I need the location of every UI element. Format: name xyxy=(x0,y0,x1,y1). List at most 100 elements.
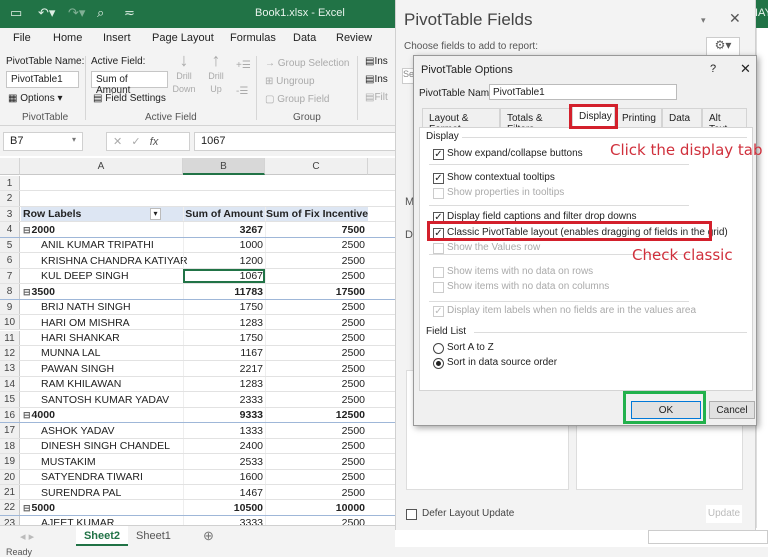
incentive-cell[interactable]: 2500 xyxy=(265,392,368,407)
incentive-cell[interactable]: 2500 xyxy=(265,438,368,454)
incentive-cell[interactable]: 7500 xyxy=(265,222,368,237)
option-checkbox-5[interactable] xyxy=(433,243,444,254)
amount-cell[interactable]: 1750 xyxy=(183,299,265,315)
option-checkbox-1[interactable]: ✓ xyxy=(433,173,444,184)
group-selection-button[interactable]: → Group Selection xyxy=(265,58,350,69)
amount-cell[interactable]: 10500 xyxy=(183,500,265,515)
row-label-cell[interactable]: ⊟3500 xyxy=(21,284,183,298)
row-label-cell[interactable]: SURENDRA PAL xyxy=(21,485,183,499)
row-number[interactable]: 1 xyxy=(0,176,20,191)
row-label-cell[interactable]: SATYENDRA TIWARI xyxy=(21,470,183,484)
column-header-b[interactable]: B xyxy=(183,158,265,175)
cancel-button[interactable]: Cancel xyxy=(709,401,755,419)
tab-layout-format[interactable]: Layout & Format xyxy=(422,108,500,135)
row-label-cell[interactable]: AJEET KUMAR xyxy=(21,516,183,525)
enter-icon[interactable]: ✓ xyxy=(131,136,140,148)
drill-up-button[interactable]: ↑ Drill Up xyxy=(204,51,228,96)
option-checkbox-8[interactable]: ✓ xyxy=(433,306,444,317)
settings-gear-icon[interactable]: ⚙▾ xyxy=(706,37,740,57)
column-header-a[interactable]: A xyxy=(20,158,183,175)
incentive-cell[interactable]: 2500 xyxy=(265,469,368,484)
column-header-c[interactable]: C xyxy=(265,158,368,175)
row-number[interactable]: 16 xyxy=(0,407,20,423)
tab-file[interactable]: File xyxy=(13,32,31,44)
incentive-cell[interactable]: 2500 xyxy=(265,345,368,361)
row-number[interactable]: 18 xyxy=(0,438,20,454)
incentive-cell[interactable]: 12500 xyxy=(265,407,368,423)
sort-source-order-radio[interactable] xyxy=(433,358,444,369)
row-label-cell[interactable]: KUL DEEP SINGH xyxy=(21,269,183,283)
row-number[interactable]: 22 xyxy=(0,500,20,515)
sheet-tab-sheet1[interactable]: Sheet1 xyxy=(136,530,171,542)
insert-timeline-button[interactable]: ▤Ins xyxy=(365,74,388,85)
tab-home[interactable]: Home xyxy=(53,32,82,44)
row-label-cell[interactable]: PAWAN SINGH xyxy=(21,361,183,375)
select-all[interactable] xyxy=(0,158,20,175)
options-button[interactable]: ▦ Options ▾ xyxy=(8,93,63,104)
row-label-cell[interactable]: RAM KHILAWAN xyxy=(21,377,183,391)
row-number[interactable]: 19 xyxy=(0,454,20,469)
update-button[interactable]: Update xyxy=(706,505,742,523)
column-header-d[interactable] xyxy=(368,158,395,175)
row-number[interactable]: 7 xyxy=(0,268,20,284)
tab-data[interactable]: Data xyxy=(293,32,316,44)
row-label-cell[interactable]: ⊟5000 xyxy=(21,500,183,514)
tab-review[interactable]: Review xyxy=(336,32,372,44)
insert-slicer-button[interactable]: ▤Ins xyxy=(365,56,388,67)
pivot-header-2[interactable]: Sum of Fix Incentive xyxy=(265,206,368,222)
tab-insert[interactable]: Insert xyxy=(103,32,131,44)
row-label-cell[interactable]: HARI OM MISHRA xyxy=(21,315,183,329)
row-number[interactable]: 21 xyxy=(0,485,20,500)
tab-formulas[interactable]: Formulas xyxy=(230,32,276,44)
ungroup-button[interactable]: ⊞ Ungroup xyxy=(265,76,315,87)
incentive-cell[interactable]: 2500 xyxy=(265,423,368,438)
row-number[interactable]: 15 xyxy=(0,392,20,407)
incentive-cell[interactable]: 17500 xyxy=(265,284,368,299)
row-label-cell[interactable]: ASHOK YADAV xyxy=(21,423,183,437)
row-label-cell[interactable]: ANIL KUMAR TRIPATHI xyxy=(21,238,183,252)
row-number[interactable]: 5 xyxy=(0,237,20,253)
row-number[interactable]: 17 xyxy=(0,423,20,438)
pane-options-dropdown-icon[interactable]: ▾ xyxy=(701,15,706,26)
row-label-cell[interactable]: MUNNA LAL xyxy=(21,346,183,360)
collapse-button-icon[interactable]: ⊟ xyxy=(23,287,31,297)
option-checkbox-6[interactable] xyxy=(433,267,444,278)
group-field-button[interactable]: ▢ Group Field xyxy=(265,94,329,105)
amount-cell[interactable]: 9333 xyxy=(183,407,265,423)
row-label-cell[interactable]: SANTOSH KUMAR YADAV xyxy=(21,392,183,406)
tab-data[interactable]: Data xyxy=(662,108,702,128)
row-number[interactable]: 13 xyxy=(0,361,20,376)
row-number[interactable]: 14 xyxy=(0,376,20,392)
amount-cell[interactable]: 3333 xyxy=(183,515,265,525)
formula-input[interactable]: 1067 xyxy=(194,132,399,151)
incentive-cell[interactable]: 2500 xyxy=(265,268,368,284)
sort-a-to-z-radio[interactable] xyxy=(433,343,444,354)
amount-cell[interactable]: 1283 xyxy=(183,315,265,330)
horizontal-scrollbar[interactable] xyxy=(648,530,768,544)
row-number[interactable]: 20 xyxy=(0,469,20,484)
row-label-cell[interactable]: ⊟4000 xyxy=(21,408,183,422)
tab-alt-text[interactable]: Alt Text xyxy=(702,108,747,135)
incentive-cell[interactable]: 2500 xyxy=(265,376,368,392)
collapse-field-icon[interactable]: -☰ xyxy=(236,86,248,97)
defer-layout-checkbox[interactable] xyxy=(406,509,417,520)
filter-connections-button[interactable]: ▤Filt xyxy=(365,92,388,103)
row-number[interactable]: 23 xyxy=(0,515,20,525)
incentive-cell[interactable]: 2500 xyxy=(265,315,368,330)
amount-cell[interactable]: 2400 xyxy=(183,438,265,454)
pivot-header-1[interactable]: Sum of Amount xyxy=(183,206,265,222)
collapse-button-icon[interactable]: ⊟ xyxy=(23,410,31,420)
incentive-cell[interactable]: 2500 xyxy=(265,485,368,500)
customize-qat-icon[interactable]: ≂ xyxy=(124,5,135,21)
spreadsheet-grid[interactable]: A B C 1 2 3 Row Labels Sum of Amount Sum of F… xyxy=(0,158,395,525)
scroll-tabs-left-icon[interactable]: ◂ ▸ xyxy=(20,530,34,543)
row-number[interactable]: 11 xyxy=(0,330,20,345)
amount-cell[interactable]: 1333 xyxy=(183,423,265,438)
incentive-cell[interactable]: 2500 xyxy=(265,237,368,253)
pane-close-icon[interactable]: ✕ xyxy=(729,10,741,27)
incentive-cell[interactable]: 2500 xyxy=(265,361,368,376)
row-number[interactable]: 8 xyxy=(0,284,20,299)
amount-cell[interactable]: 1067 xyxy=(183,268,265,284)
dialog-name-input[interactable]: PivotTable1 xyxy=(489,84,677,100)
incentive-cell[interactable]: 2500 xyxy=(265,330,368,345)
